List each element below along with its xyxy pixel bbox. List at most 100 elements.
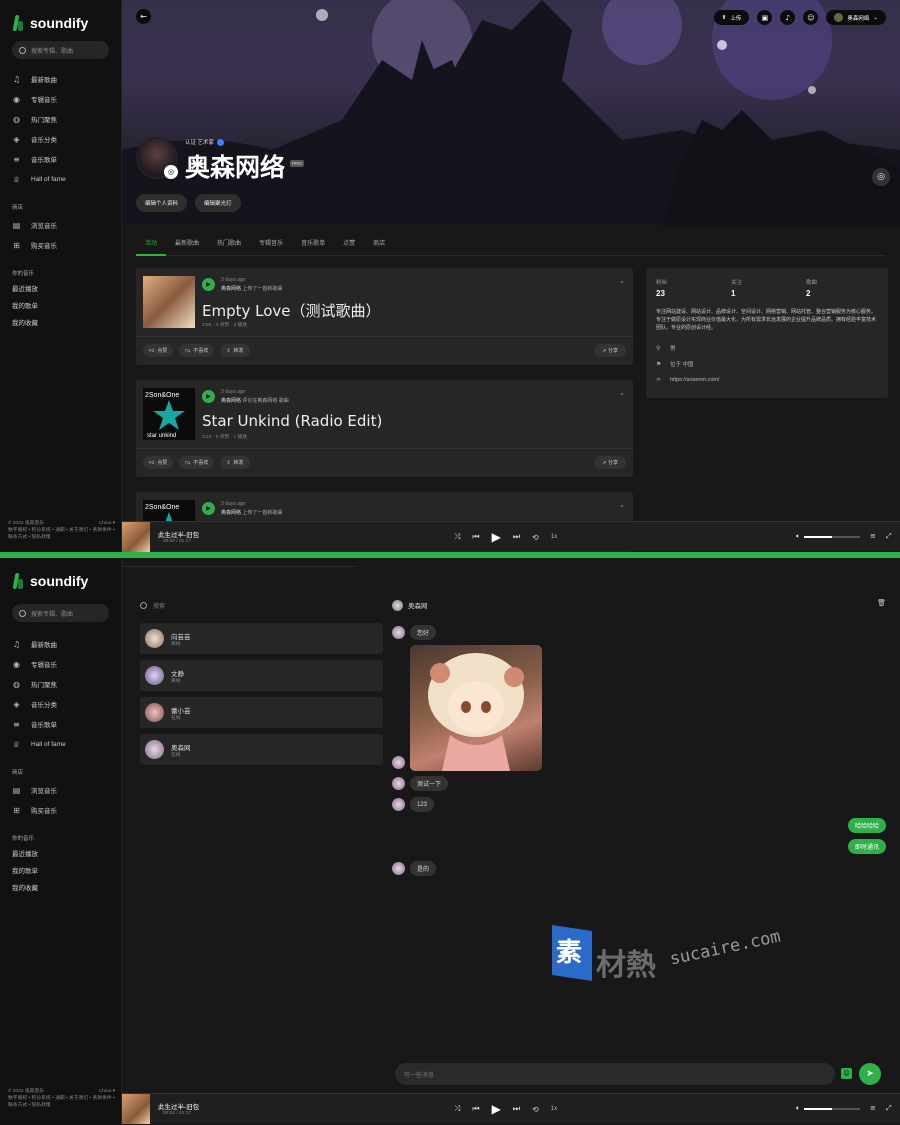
nav-item-hot[interactable]: ◍ 热门聚焦 xyxy=(0,109,121,129)
profile-avatar[interactable]: ◎ xyxy=(136,137,178,179)
search-input[interactable]: 搜索专辑、歌曲 xyxy=(12,41,109,59)
repeat-icon[interactable]: ⟲ xyxy=(532,533,539,542)
nav-item-categories[interactable]: ◈ 音乐分类 xyxy=(0,129,121,149)
search-input[interactable]: 搜索专辑、歌曲 xyxy=(12,604,109,622)
edit-cover-button[interactable]: 编辑聚光灯 xyxy=(195,194,241,212)
stat-followers[interactable]: 粉丝 23 xyxy=(656,278,667,298)
stat-songs[interactable]: 歌曲 2 xyxy=(806,278,817,298)
like-button[interactable]: 👍︎ 点赞 xyxy=(143,344,174,357)
send-button[interactable]: ➤ xyxy=(859,1063,881,1085)
previous-icon[interactable]: ⏮ xyxy=(472,532,479,542)
dislike-button[interactable]: 👎︎ 不喜欢 xyxy=(179,344,215,357)
nav-item-browse[interactable]: ▤ 浏览音乐 xyxy=(0,780,121,800)
footer-links[interactable]: 数字版权 • 积分系统 • 通期 • 关于我们 • 条款条件 • 联系方式 • … xyxy=(8,1095,115,1109)
contact-search-input[interactable]: 搜索 xyxy=(140,598,380,612)
message-image[interactable] xyxy=(410,645,542,771)
song-title[interactable]: Star Unkind (Radio Edit) xyxy=(202,412,382,430)
tab-albums[interactable]: 专辑音乐 xyxy=(250,234,292,256)
region-select[interactable]: China ▾ xyxy=(99,1088,115,1095)
nav-item-albums[interactable]: ◉ 专辑音乐 xyxy=(0,89,121,109)
song-cover[interactable]: 2Son&One star unkind xyxy=(143,388,195,440)
speed-button[interactable]: 1x xyxy=(551,534,557,540)
like-button[interactable]: 👍︎ 点赞 xyxy=(143,456,174,469)
author-link[interactable]: 奥森网络 xyxy=(221,286,241,292)
next-icon[interactable]: ⏭ xyxy=(513,1104,520,1114)
nav-item-playlists[interactable]: ≡ 音乐歌单 xyxy=(0,149,121,169)
contact-item[interactable]: 向芸芸 离线 xyxy=(140,623,383,654)
nav-item-hot[interactable]: ◍ 热门聚焦 xyxy=(0,674,121,694)
author-link[interactable]: 奥森网络 xyxy=(221,510,241,516)
website-link[interactable]: https://aosenm.com/ xyxy=(670,377,720,383)
tab-activity[interactable]: 活动 xyxy=(136,234,167,256)
song-cover[interactable] xyxy=(143,276,195,328)
stat-following[interactable]: 关注 1 xyxy=(731,278,742,298)
logo[interactable]: soundify xyxy=(0,0,121,36)
contact-item[interactable]: 奥森网 在线 xyxy=(140,734,383,765)
chevron-down-icon[interactable]: ⌄ xyxy=(619,501,625,509)
chat-message-input[interactable]: 写一些消息 xyxy=(395,1063,835,1085)
logo[interactable]: soundify xyxy=(0,558,121,594)
nav-item-categories[interactable]: ◈ 音乐分类 xyxy=(0,694,121,714)
expand-icon[interactable]: ⤢ xyxy=(886,532,892,541)
shuffle-icon[interactable]: ⤨ xyxy=(454,532,460,542)
emoji-button[interactable]: ☺ xyxy=(841,1068,852,1079)
nav-item-playlists[interactable]: ≡ 音乐歌单 xyxy=(0,714,121,734)
now-playing-title[interactable]: 此生过半-旧包 xyxy=(158,1101,199,1111)
nav-item-buy[interactable]: ⊞ 购买音乐 xyxy=(0,800,121,820)
share-button[interactable]: ⇗ 分享 xyxy=(594,344,626,357)
notifications-button[interactable]: ♪ xyxy=(780,10,796,25)
author-link[interactable]: 奥森网络 xyxy=(221,398,241,404)
play-icon[interactable]: ▶ xyxy=(492,1102,501,1116)
tab-latest[interactable]: 最新歌曲 xyxy=(166,234,208,256)
nav-item-hall-of-fame[interactable]: ♕ Hall of fame xyxy=(0,734,121,754)
play-button[interactable]: ▶ xyxy=(202,502,215,515)
edit-profile-button[interactable]: 编辑个人资料 xyxy=(136,194,188,212)
expand-icon[interactable]: ⤢ xyxy=(886,1104,892,1113)
repost-button[interactable]: ⇪ 转发 xyxy=(220,456,250,469)
messages-button[interactable]: ▣ xyxy=(757,10,773,25)
tab-playlists[interactable]: 音乐歌单 xyxy=(292,234,334,256)
footer-links[interactable]: 数字版权 • 积分系统 • 通期 • 关于我们 • 条款条件 • 联系方式 • … xyxy=(8,527,115,541)
chevron-down-icon[interactable]: ⌄ xyxy=(619,277,625,285)
link-favorites[interactable]: 我的收藏 xyxy=(0,315,121,332)
link-recent[interactable]: 最近播放 xyxy=(0,846,121,863)
user-menu-button[interactable]: 奥森网络 ⌄ xyxy=(826,10,886,25)
link-my-playlists[interactable]: 我的歌单 xyxy=(0,863,121,880)
repost-button[interactable]: ⇪ 转发 xyxy=(220,344,250,357)
nav-item-hall-of-fame[interactable]: ♕ Hall of fame xyxy=(0,169,121,189)
tab-likes[interactable]: 点赞 xyxy=(334,234,364,256)
region-select[interactable]: China ▾ xyxy=(99,520,115,527)
back-button[interactable]: ← xyxy=(136,9,151,24)
volume-slider[interactable] xyxy=(804,1107,861,1110)
nav-item-browse[interactable]: ▤ 浏览音乐 xyxy=(0,215,121,235)
nav-item-albums[interactable]: ◉ 专辑音乐 xyxy=(0,654,121,674)
nav-item-buy[interactable]: ⊞ 购买音乐 xyxy=(0,235,121,255)
friends-button[interactable]: ☺ xyxy=(803,10,819,25)
now-playing-title[interactable]: 此生过半-旧包 xyxy=(158,529,199,539)
previous-icon[interactable]: ⏮ xyxy=(472,1104,479,1114)
link-my-playlists[interactable]: 我的歌单 xyxy=(0,298,121,315)
nav-item-latest[interactable]: ♫ 最新歌曲 xyxy=(0,634,121,654)
queue-icon[interactable]: ≡ xyxy=(870,1104,876,1112)
upload-button[interactable]: ⬆ 上传 xyxy=(713,10,750,25)
play-button[interactable]: ▶ xyxy=(202,390,215,403)
contact-item[interactable]: 蕾小芸 在线 xyxy=(140,697,383,728)
queue-icon[interactable]: ≡ xyxy=(870,532,876,540)
speed-button[interactable]: 1x xyxy=(551,1106,557,1112)
chevron-down-icon[interactable]: ⌄ xyxy=(619,389,625,397)
now-playing-cover[interactable] xyxy=(122,1094,150,1124)
play-icon[interactable]: ▶ xyxy=(492,530,501,544)
nav-item-latest[interactable]: ♫ 最新歌曲 xyxy=(0,69,121,89)
song-title[interactable]: Empty Love（测试歌曲） xyxy=(202,300,381,321)
volume-slider[interactable] xyxy=(804,535,861,538)
play-button[interactable]: ▶ xyxy=(202,278,215,291)
now-playing-cover[interactable] xyxy=(122,522,150,552)
next-icon[interactable]: ⏭ xyxy=(513,532,520,542)
repeat-icon[interactable]: ⟲ xyxy=(532,1105,539,1114)
contact-item[interactable]: 文静 离线 xyxy=(140,660,383,691)
tab-hot[interactable]: 热门歌曲 xyxy=(208,234,250,256)
link-favorites[interactable]: 我的收藏 xyxy=(0,880,121,897)
link-recent[interactable]: 最近播放 xyxy=(0,281,121,298)
share-button[interactable]: ⇗ 分享 xyxy=(594,456,626,469)
shuffle-icon[interactable]: ⤨ xyxy=(454,1104,460,1114)
